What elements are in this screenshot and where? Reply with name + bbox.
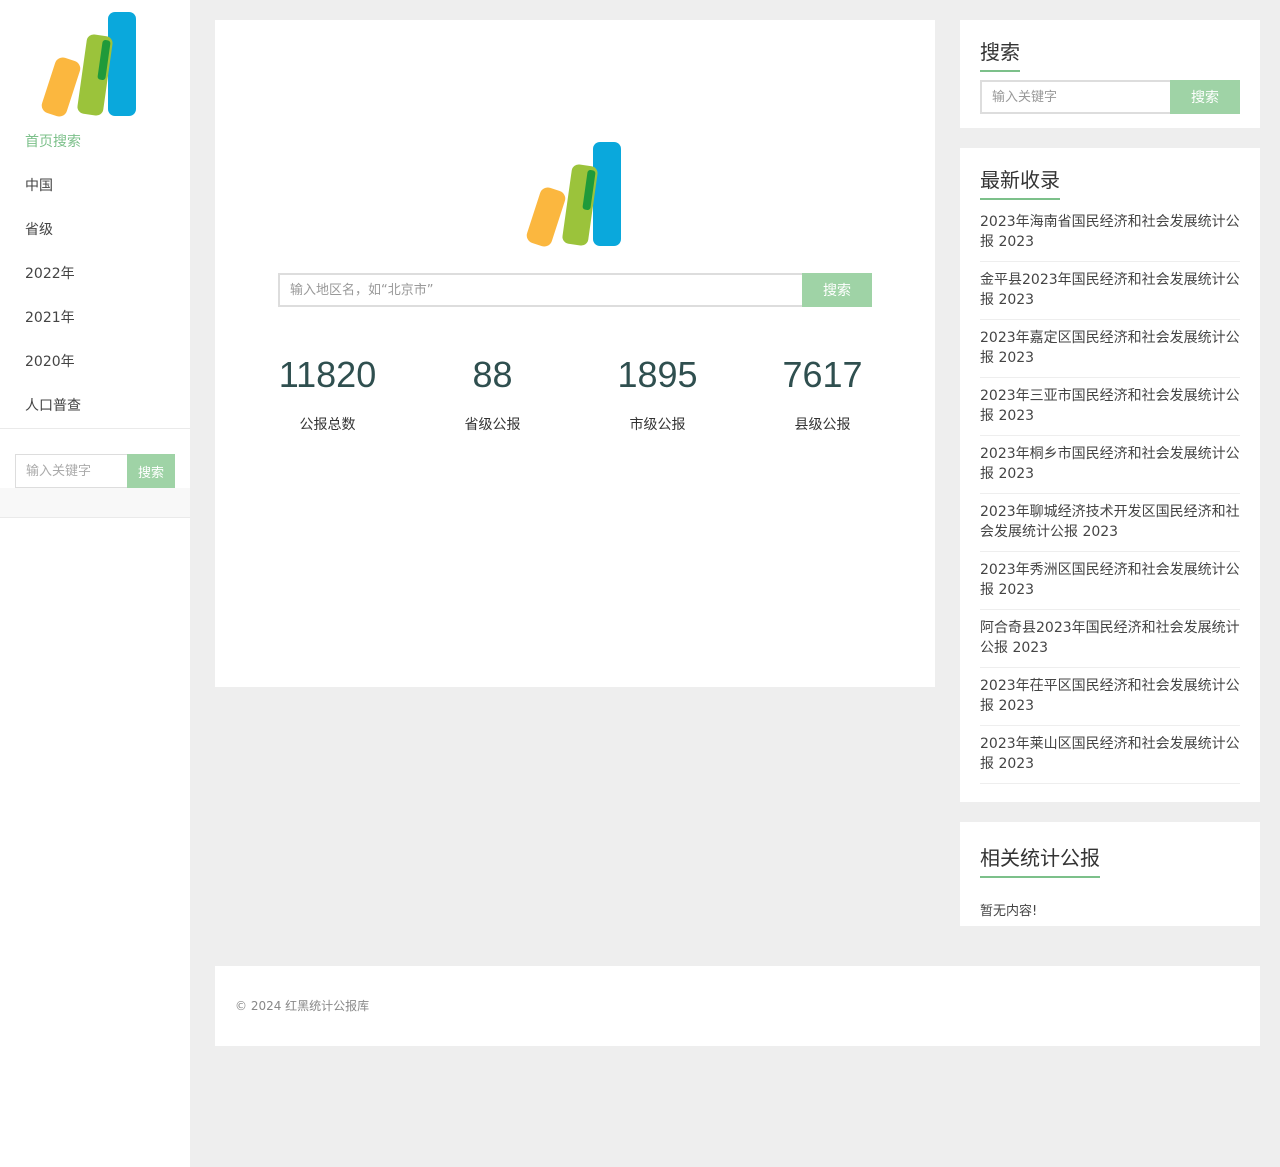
related-empty-text: 暂无内容! bbox=[980, 904, 1038, 919]
main-search-form: 搜索 bbox=[278, 273, 872, 307]
latest-item[interactable]: 2023年茌平区国民经济和社会发展统计公报 2023 bbox=[980, 668, 1240, 726]
stat-total: 11820 公报总数 bbox=[245, 350, 410, 434]
latest-widget-title: 最新收录 bbox=[980, 166, 1060, 200]
sidebar-divider bbox=[0, 428, 190, 429]
nav-item-census[interactable]: 人口普查 bbox=[0, 384, 190, 428]
region-search-button[interactable]: 搜索 bbox=[802, 273, 872, 307]
main-card: 搜索 11820 公报总数 88 省级公报 1895 市级公报 7617 县级公… bbox=[215, 20, 935, 687]
nav-item-china[interactable]: 中国 bbox=[0, 164, 190, 208]
stat-label: 县级公报 bbox=[794, 417, 851, 433]
stat-value: 1895 bbox=[617, 354, 698, 395]
sidebar-search-input[interactable] bbox=[15, 454, 127, 488]
latest-item[interactable]: 2023年三亚市国民经济和社会发展统计公报 2023 bbox=[980, 378, 1240, 436]
region-search-input[interactable] bbox=[278, 273, 802, 307]
stat-label: 省级公报 bbox=[464, 417, 521, 433]
stat-label: 市级公报 bbox=[629, 417, 686, 433]
nav-item-home-search[interactable]: 首页搜索 bbox=[0, 120, 190, 164]
sidebar-search-form: 搜索 bbox=[15, 454, 175, 488]
latest-item[interactable]: 2023年嘉定区国民经济和社会发展统计公报 2023 bbox=[980, 320, 1240, 378]
stat-value: 88 bbox=[472, 354, 513, 395]
sidebar-search-button[interactable]: 搜索 bbox=[127, 454, 175, 488]
nav-item-province[interactable]: 省级 bbox=[0, 208, 190, 252]
latest-widget: 最新收录 2023年海南省国民经济和社会发展统计公报 2023 金平县2023年… bbox=[960, 148, 1260, 802]
search-widget: 搜索 搜索 bbox=[960, 20, 1260, 128]
nav-item-2022[interactable]: 2022年 bbox=[0, 252, 190, 296]
nav-item-2020[interactable]: 2020年 bbox=[0, 340, 190, 384]
stat-city: 1895 市级公报 bbox=[575, 350, 740, 434]
latest-item[interactable]: 阿合奇县2023年国民经济和社会发展统计公报 2023 bbox=[980, 610, 1240, 668]
main-logo bbox=[525, 140, 625, 250]
latest-item[interactable]: 2023年海南省国民经济和社会发展统计公报 2023 bbox=[980, 204, 1240, 262]
stat-value: 11820 bbox=[278, 354, 377, 395]
footer: © 2024 红黑统计公报库 bbox=[215, 966, 1260, 1046]
stat-province: 88 省级公报 bbox=[410, 350, 575, 434]
widget-search-form: 搜索 bbox=[980, 80, 1240, 114]
nav-item-2021[interactable]: 2021年 bbox=[0, 296, 190, 340]
latest-item[interactable]: 2023年秀洲区国民经济和社会发展统计公报 2023 bbox=[980, 552, 1240, 610]
related-widget: 相关统计公报 暂无内容! bbox=[960, 822, 1260, 926]
site-logo[interactable] bbox=[40, 10, 140, 120]
widget-search-input[interactable] bbox=[980, 80, 1170, 114]
footer-copyright: © 2024 红黑统计公报库 bbox=[235, 999, 370, 1013]
sidebar-footer-strip bbox=[0, 488, 190, 518]
search-widget-title: 搜索 bbox=[980, 38, 1020, 72]
stats-row: 11820 公报总数 88 省级公报 1895 市级公报 7617 县级公报 bbox=[245, 350, 905, 434]
latest-item[interactable]: 金平县2023年国民经济和社会发展统计公报 2023 bbox=[980, 262, 1240, 320]
latest-item[interactable]: 2023年莱山区国民经济和社会发展统计公报 2023 bbox=[980, 726, 1240, 784]
stat-value: 7617 bbox=[782, 354, 863, 395]
widget-search-button[interactable]: 搜索 bbox=[1170, 80, 1240, 114]
latest-list: 2023年海南省国民经济和社会发展统计公报 2023 金平县2023年国民经济和… bbox=[980, 204, 1240, 784]
latest-item[interactable]: 2023年聊城经济技术开发区国民经济和社会发展统计公报 2023 bbox=[980, 494, 1240, 552]
sidebar: 首页搜索 中国 省级 2022年 2021年 2020年 人口普查 搜索 bbox=[0, 0, 190, 1167]
stat-label: 公报总数 bbox=[299, 417, 356, 433]
latest-item[interactable]: 2023年桐乡市国民经济和社会发展统计公报 2023 bbox=[980, 436, 1240, 494]
sidebar-nav: 首页搜索 中国 省级 2022年 2021年 2020年 人口普查 bbox=[0, 120, 190, 428]
stat-county: 7617 县级公报 bbox=[740, 350, 905, 434]
related-widget-title: 相关统计公报 bbox=[980, 844, 1100, 878]
